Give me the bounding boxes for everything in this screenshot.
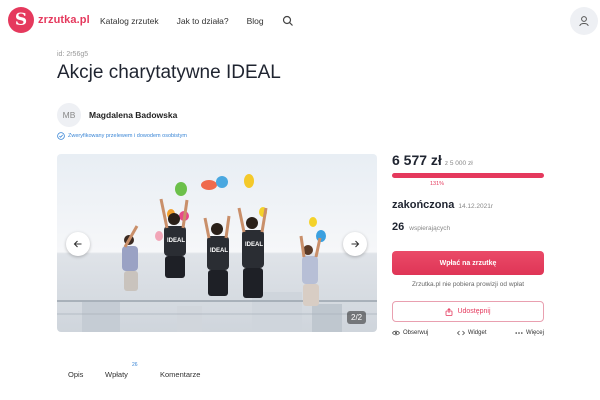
tab-description[interactable]: Opis xyxy=(68,370,83,379)
more-button[interactable]: Więcej xyxy=(515,330,544,336)
shirt-text: IDEAL xyxy=(245,242,263,248)
status-label: zakończona xyxy=(392,199,455,211)
supporters-label: wspierających xyxy=(409,225,451,232)
logo-icon: S xyxy=(8,7,34,33)
share-button[interactable]: Udostępnij xyxy=(392,301,544,322)
page-title: Akcje charytatywne IDEAL xyxy=(57,62,281,83)
arrow-left-icon xyxy=(73,240,82,248)
logo-text: zrzutka.pl xyxy=(38,14,90,26)
check-circle-icon xyxy=(57,132,65,140)
tab-comments[interactable]: Komentarze xyxy=(160,370,200,379)
carousel-prev-button[interactable] xyxy=(66,232,90,256)
supporters: 26 wspierających xyxy=(392,221,450,233)
search-icon[interactable] xyxy=(282,15,294,27)
user-account-button[interactable] xyxy=(570,7,598,35)
amount-goal: z 5 000 zł xyxy=(444,160,473,167)
donate-button[interactable]: Wpłać na zrzutkę xyxy=(392,251,544,275)
avatar: MB xyxy=(57,103,81,127)
carousel-next-button[interactable] xyxy=(343,232,367,256)
verified-text: Zweryfikowany przelewem i dowodem osobis… xyxy=(68,133,187,139)
logo[interactable]: S zrzutka.pl xyxy=(8,7,90,33)
more-dots-icon xyxy=(515,332,523,334)
group-photo-illustration: IDEAL IDEAL IDEAL xyxy=(57,174,377,332)
campaign-tabs: Opis 26 Wpłaty Komentarze xyxy=(57,360,377,390)
observe-button[interactable]: Obserwuj xyxy=(392,330,428,336)
main-nav: Katalog zrzutek Jak to działa? Blog xyxy=(100,15,294,27)
widget-button[interactable]: Widget xyxy=(456,330,487,336)
amount-raised-block: 6 577 zł z 5 000 zł xyxy=(392,152,473,168)
secondary-actions: Obserwuj Widget Więcej xyxy=(392,330,544,336)
progress-fill xyxy=(392,173,544,178)
eye-icon xyxy=(392,330,400,336)
supporters-count: 26 xyxy=(392,221,405,233)
campaign-id: id: 2r56g5 xyxy=(57,51,89,58)
more-label: Więcej xyxy=(525,330,544,336)
shirt-text: IDEAL xyxy=(167,238,185,244)
progress-bar xyxy=(392,173,544,178)
nav-how-it-works-link[interactable]: Jak to działa? xyxy=(177,16,229,26)
share-label: Udostępnij xyxy=(457,308,491,315)
no-fee-note: Zrzutka.pl nie pobiera prowizji od wpłat xyxy=(412,281,524,288)
share-icon xyxy=(446,307,453,316)
end-date: 14.12.2021r xyxy=(458,203,494,210)
observe-label: Obserwuj xyxy=(403,330,429,336)
author[interactable]: MB Magdalena Badowska xyxy=(57,103,177,127)
widget-label: Widget xyxy=(467,330,487,336)
amount-raised: 6 577 zł xyxy=(392,152,442,168)
code-icon xyxy=(456,330,465,336)
campaign-status: zakończona 14.12.2021r xyxy=(392,199,493,211)
nav-catalog-link[interactable]: Katalog zrzutek xyxy=(100,16,159,26)
nav-blog-link[interactable]: Blog xyxy=(247,16,264,26)
payments-count-badge: 26 xyxy=(132,362,138,368)
top-bar: S zrzutka.pl Katalog zrzutek Jak to dzia… xyxy=(0,0,600,42)
tab-payments[interactable]: Wpłaty xyxy=(105,370,128,379)
verified-badge: Zweryfikowany przelewem i dowodem osobis… xyxy=(57,132,187,140)
carousel-counter: 2/2 xyxy=(347,311,367,324)
campaign-photo: IDEAL IDEAL IDEAL xyxy=(57,154,377,332)
progress-percent: 131% xyxy=(430,181,445,187)
user-icon xyxy=(579,16,589,27)
shirt-text: IDEAL xyxy=(210,248,228,254)
author-name[interactable]: Magdalena Badowska xyxy=(89,110,177,120)
arrow-right-icon xyxy=(351,240,360,248)
